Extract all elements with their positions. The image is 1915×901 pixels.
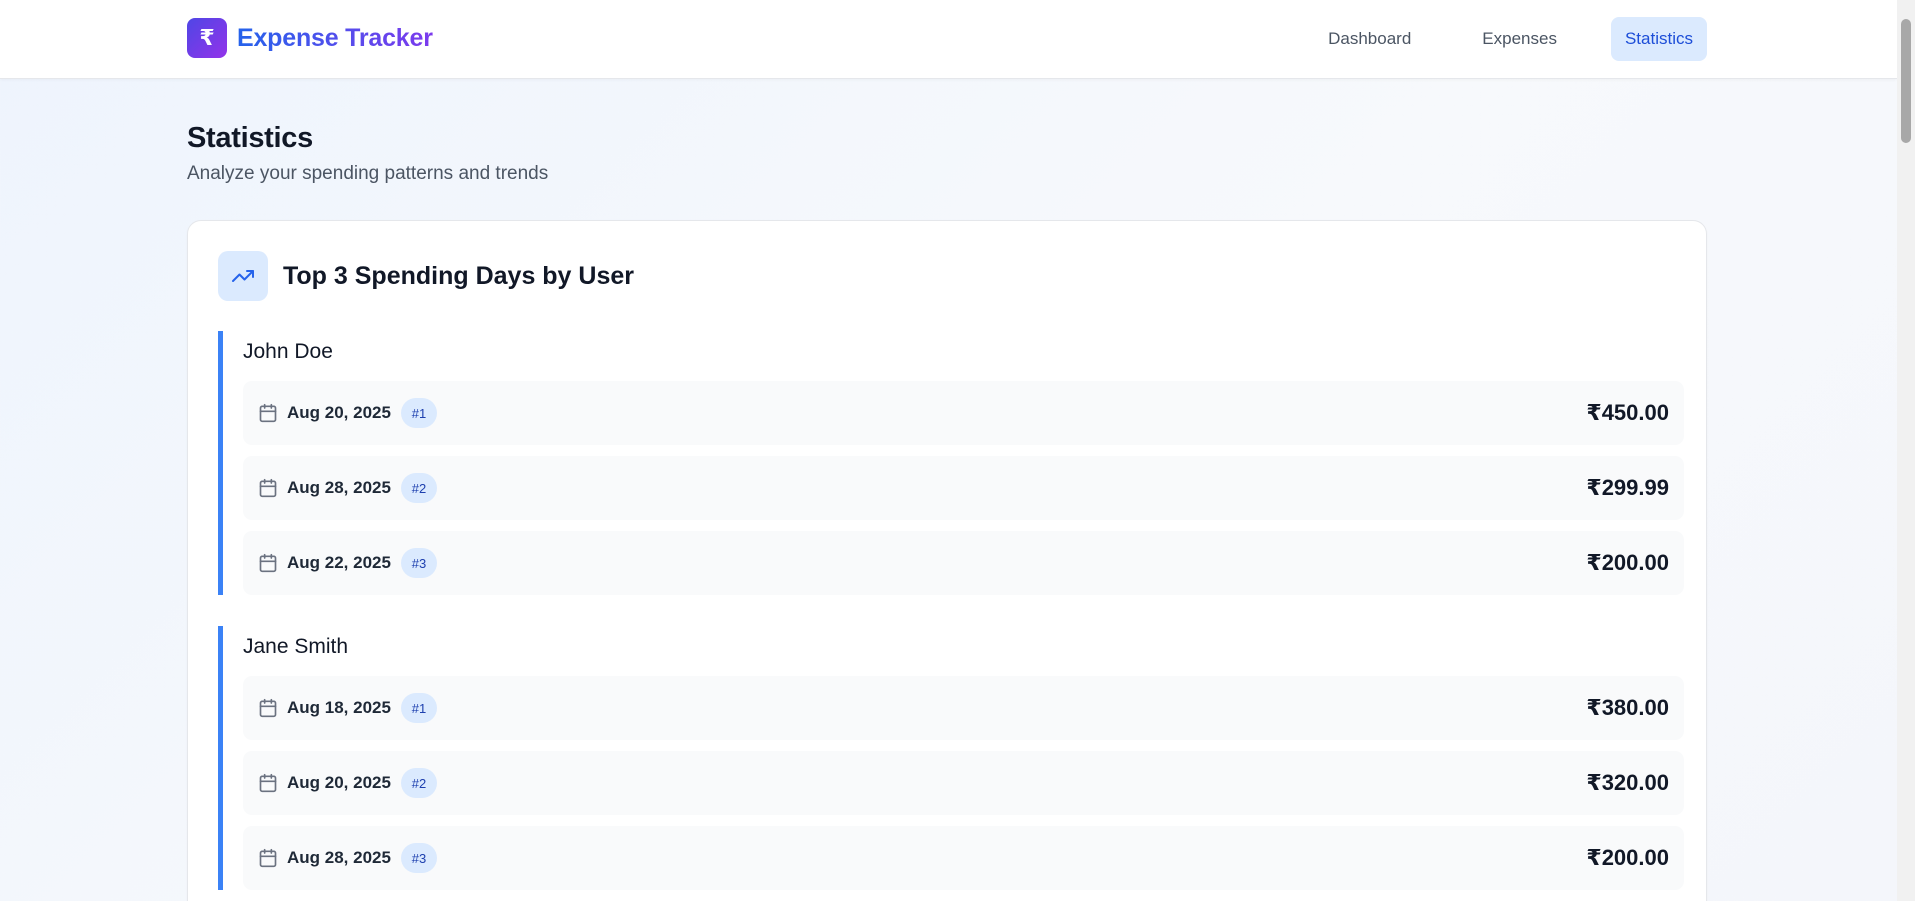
nav-expenses[interactable]: Expenses bbox=[1468, 17, 1571, 61]
calendar-icon bbox=[258, 553, 278, 573]
calendar-icon bbox=[258, 773, 278, 793]
spending-date: Aug 22, 2025 bbox=[287, 553, 391, 572]
spending-day-row[interactable]: Aug 20, 2025 #2 ₹320.00 bbox=[243, 751, 1684, 815]
spending-date: Aug 18, 2025 bbox=[287, 698, 391, 717]
card-header: Top 3 Spending Days by User bbox=[218, 251, 634, 301]
user-name: John Doe bbox=[243, 340, 333, 363]
page-subtitle: Analyze your spending patterns and trend… bbox=[187, 163, 549, 184]
spending-amount: ₹200.00 bbox=[1586, 845, 1669, 870]
user-group-john-doe: John Doe Aug 20, 2025 #1 ₹450.00 Aug 28,… bbox=[218, 331, 1684, 595]
spending-amount: ₹299.99 bbox=[1586, 475, 1669, 500]
nav-statistics[interactable]: Statistics bbox=[1610, 17, 1707, 61]
scrollbar-thumb[interactable] bbox=[1901, 19, 1911, 143]
rank-badge: #3 bbox=[400, 843, 437, 873]
spending-amount: ₹320.00 bbox=[1586, 770, 1669, 795]
trending-up-icon bbox=[218, 251, 268, 301]
rupee-logo-icon: ₹ bbox=[187, 18, 227, 58]
spending-date: Aug 20, 2025 bbox=[287, 403, 391, 422]
nav-dashboard[interactable]: Dashboard bbox=[1314, 17, 1425, 61]
spending-date: Aug 28, 2025 bbox=[287, 478, 391, 497]
page-scrollbar[interactable] bbox=[1897, 0, 1915, 901]
calendar-icon bbox=[258, 403, 278, 423]
spending-date: Aug 20, 2025 bbox=[287, 773, 391, 792]
spending-day-row[interactable]: Aug 18, 2025 #1 ₹380.00 bbox=[243, 676, 1684, 740]
nav-links: Dashboard Expenses Statistics bbox=[1271, 17, 1707, 61]
spending-day-row[interactable]: Aug 20, 2025 #1 ₹450.00 bbox=[243, 381, 1684, 445]
spending-amount: ₹380.00 bbox=[1586, 695, 1669, 720]
rank-badge: #2 bbox=[400, 768, 437, 798]
calendar-icon bbox=[258, 698, 278, 718]
spending-amount: ₹450.00 bbox=[1586, 400, 1669, 425]
user-group-jane-smith: Jane Smith Aug 18, 2025 #1 ₹380.00 Aug 2… bbox=[218, 626, 1684, 890]
rank-badge: #1 bbox=[400, 398, 437, 428]
spending-amount: ₹200.00 bbox=[1586, 550, 1669, 575]
page-title: Statistics bbox=[187, 122, 313, 154]
calendar-icon bbox=[258, 848, 278, 868]
user-name: Jane Smith bbox=[243, 635, 349, 658]
spending-day-row[interactable]: Aug 28, 2025 #3 ₹200.00 bbox=[243, 826, 1684, 890]
calendar-icon bbox=[258, 478, 278, 498]
spending-date: Aug 28, 2025 bbox=[287, 848, 391, 867]
top-navbar: ₹ Expense Tracker Dashboard Expenses Sta… bbox=[0, 0, 1897, 79]
rank-badge: #1 bbox=[400, 693, 437, 723]
spending-day-row[interactable]: Aug 28, 2025 #2 ₹299.99 bbox=[243, 456, 1684, 520]
card-title: Top 3 Spending Days by User bbox=[283, 261, 635, 290]
spending-day-row[interactable]: Aug 22, 2025 #3 ₹200.00 bbox=[243, 531, 1684, 595]
page-header: Statistics Analyze your spending pattern… bbox=[187, 122, 548, 185]
rank-badge: #2 bbox=[400, 473, 437, 503]
rank-badge: #3 bbox=[400, 548, 437, 578]
brand-name: Expense Tracker bbox=[237, 23, 433, 52]
brand[interactable]: ₹ Expense Tracker bbox=[187, 18, 433, 58]
top-spending-days-card: Top 3 Spending Days by User John Doe Aug… bbox=[187, 220, 1707, 901]
